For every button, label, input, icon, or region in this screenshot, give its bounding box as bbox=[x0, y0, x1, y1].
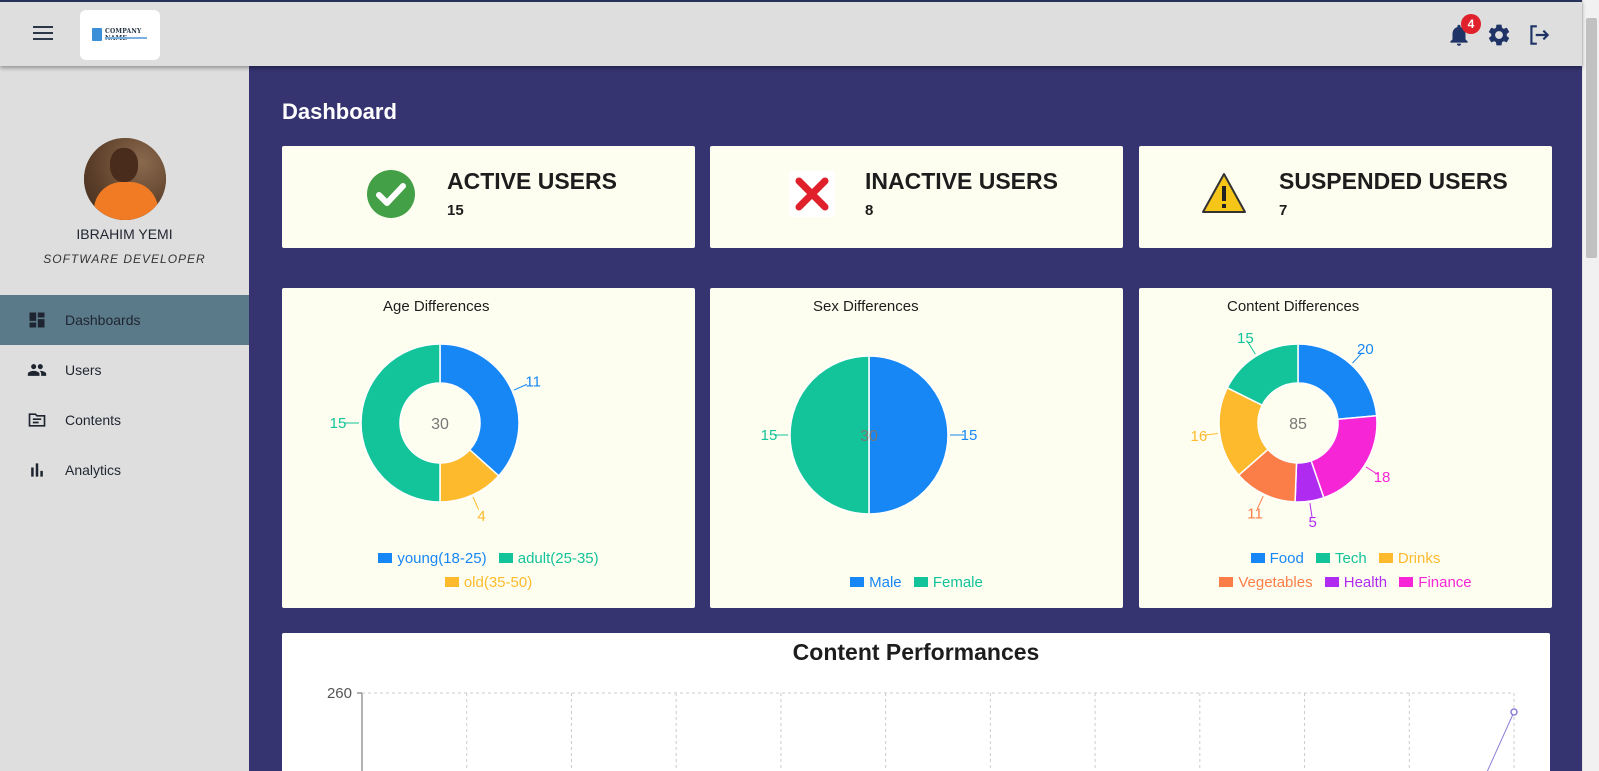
legend-item[interactable]: Female bbox=[913, 574, 983, 591]
stat-value: 8 bbox=[865, 202, 874, 219]
legend-label: Health bbox=[1343, 574, 1388, 591]
legend-label: Tech bbox=[1335, 550, 1367, 567]
legend-label: young(18-25) bbox=[397, 550, 487, 567]
page-title: Dashboard bbox=[282, 99, 397, 124]
chart-center-total: 30 bbox=[431, 416, 449, 433]
user-name: IBRAHIM YEMI bbox=[76, 226, 173, 242]
legend-item[interactable]: Food bbox=[1250, 550, 1304, 567]
legend-label: Finance bbox=[1418, 574, 1472, 591]
chart-title: Age Differences bbox=[383, 298, 490, 315]
sidebar: IBRAHIM YEMI SOFTWARE DEVELOPER Dashboar… bbox=[0, 66, 249, 771]
company-logo[interactable]: COMPANY NAME bbox=[80, 10, 160, 60]
chart-legend-row2: old(35-50) bbox=[282, 574, 695, 591]
user-role: SOFTWARE DEVELOPER bbox=[43, 252, 206, 266]
series-line bbox=[1486, 711, 1515, 771]
logo-underline bbox=[105, 37, 147, 39]
sidebar-item-users[interactable]: Users bbox=[0, 345, 249, 395]
chart-legend: young(18-25) adult(25-35) bbox=[282, 550, 695, 567]
chart-title: Sex Differences bbox=[813, 298, 919, 315]
chart-legend: Male Female bbox=[710, 574, 1123, 591]
menu-icon[interactable] bbox=[33, 26, 53, 40]
warning-icon bbox=[1202, 173, 1246, 213]
slice-value-label: 15 bbox=[761, 427, 778, 444]
folder-icon bbox=[28, 413, 46, 427]
stat-title: SUSPENDED USERS bbox=[1279, 168, 1508, 194]
stat-title: ACTIVE USERS bbox=[447, 168, 617, 194]
legend-label: Drinks bbox=[1397, 550, 1441, 567]
chart-card-age: 11 4 15 30 Age Differences young(18-25) adu… bbox=[282, 288, 695, 608]
slice-value-label: 15 bbox=[1237, 330, 1254, 347]
check-circle-icon bbox=[367, 170, 415, 218]
slice-value-label: 16 bbox=[1190, 428, 1207, 445]
stat-value: 7 bbox=[1279, 202, 1288, 219]
sidebar-item-label: Users bbox=[65, 362, 102, 378]
legend-label: adult(25-35) bbox=[517, 550, 599, 567]
legend-label: Male bbox=[869, 574, 902, 591]
chart-legend: Food Tech Drinks bbox=[1139, 550, 1552, 567]
notification-badge[interactable]: 4 bbox=[1461, 14, 1481, 34]
main-content: Dashboard ACTIVE USERS 15 INACTIVE USERS… bbox=[249, 66, 1582, 771]
legend-item[interactable]: Health bbox=[1324, 574, 1388, 591]
slice-adult-25-35-[interactable] bbox=[360, 343, 441, 503]
slice-young-18-25-[interactable] bbox=[439, 343, 520, 477]
slice-value-label: 11 bbox=[1247, 505, 1263, 522]
stat-card-suspended[interactable]: SUSPENDED USERS 7 bbox=[1139, 146, 1552, 248]
sidebar-item-contents[interactable]: Contents bbox=[0, 395, 249, 445]
slice-male[interactable] bbox=[868, 355, 949, 515]
legend-item[interactable]: Tech bbox=[1316, 550, 1367, 567]
sidebar-item-dashboards[interactable]: Dashboards bbox=[0, 295, 249, 345]
cross-icon bbox=[789, 171, 835, 217]
scrollbar-thumb[interactable] bbox=[1586, 18, 1597, 258]
stat-card-active[interactable]: ACTIVE USERS 15 bbox=[282, 146, 695, 248]
chart-card-performance: Content Performances 260 bbox=[282, 633, 1550, 771]
legend-label: Female bbox=[932, 574, 983, 591]
chart-legend-row2: Vegetables Health Finance bbox=[1139, 574, 1552, 591]
stat-value: 15 bbox=[447, 202, 464, 219]
slice-value-label: 15 bbox=[961, 427, 978, 444]
sidebar-item-analytics[interactable]: Analytics bbox=[0, 445, 249, 495]
slice-value-label: 5 bbox=[1309, 514, 1317, 531]
sidebar-item-label: Analytics bbox=[65, 462, 122, 478]
page-scrollbar[interactable] bbox=[1582, 0, 1599, 771]
slice-value-label: 11 bbox=[525, 374, 541, 391]
legend-label: Food bbox=[1269, 550, 1304, 567]
logo-mark bbox=[92, 28, 102, 41]
legend-item[interactable]: Finance bbox=[1399, 574, 1472, 591]
sex-pie-chart[interactable]: 15 15 30 bbox=[710, 288, 1123, 608]
legend-item[interactable]: old(35-50) bbox=[444, 574, 533, 591]
data-point[interactable] bbox=[1510, 708, 1518, 716]
legend-item[interactable]: Vegetables bbox=[1219, 574, 1313, 591]
stat-title: INACTIVE USERS bbox=[865, 168, 1058, 194]
y-tick-label: 260 bbox=[327, 685, 352, 702]
logout-icon[interactable] bbox=[1526, 22, 1552, 48]
legend-label: old(35-50) bbox=[463, 574, 533, 591]
sidebar-item-label: Contents bbox=[65, 412, 122, 428]
sidebar-item-label: Dashboards bbox=[65, 312, 141, 328]
slice-value-label: 20 bbox=[1357, 341, 1374, 358]
gear-icon[interactable] bbox=[1486, 22, 1512, 48]
slice-female[interactable] bbox=[789, 355, 870, 515]
slice-value-label: 15 bbox=[330, 415, 347, 432]
bar-chart-icon bbox=[31, 463, 43, 477]
legend-item[interactable]: Male bbox=[850, 574, 902, 591]
chart-center-total: 30 bbox=[860, 428, 878, 445]
users-icon bbox=[27, 364, 47, 376]
slice-finance[interactable] bbox=[1310, 414, 1378, 499]
chart-card-sex: 15 15 30 Sex Differences Male Female bbox=[710, 288, 1123, 608]
performance-line-chart[interactable]: 260 bbox=[282, 633, 1550, 771]
chart-center-total: 85 bbox=[1289, 416, 1307, 433]
legend-item[interactable]: adult(25-35) bbox=[498, 550, 599, 567]
top-bar: COMPANY NAME 4 bbox=[0, 0, 1582, 66]
dashboard-icon bbox=[29, 312, 45, 328]
chart-title: Content Differences bbox=[1227, 298, 1360, 315]
avatar[interactable] bbox=[84, 138, 166, 220]
chart-card-content: 20 18 5 11 16 15 85 Content Differences Food T… bbox=[1139, 288, 1552, 608]
legend-item[interactable]: Drinks bbox=[1378, 550, 1441, 567]
slice-value-label: 18 bbox=[1374, 469, 1391, 486]
logo-text: COMPANY NAME bbox=[105, 28, 142, 42]
slice-value-label: 4 bbox=[477, 508, 485, 525]
stat-card-inactive[interactable]: INACTIVE USERS 8 bbox=[710, 146, 1123, 248]
legend-item[interactable]: young(18-25) bbox=[378, 550, 487, 567]
legend-label: Vegetables bbox=[1238, 574, 1313, 591]
